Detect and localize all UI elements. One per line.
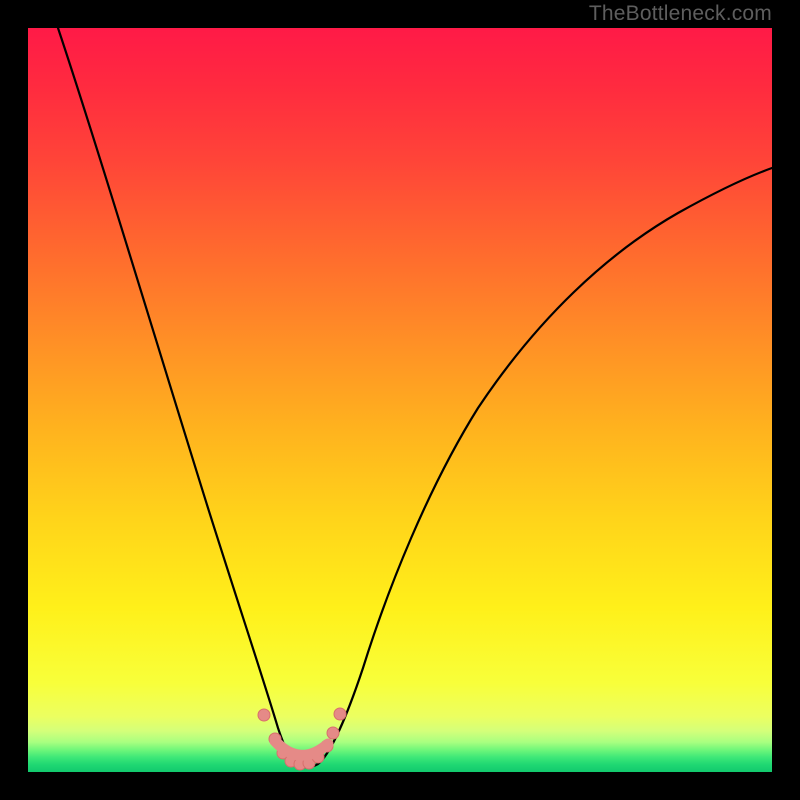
curve-layer <box>28 28 772 772</box>
min-region-band <box>275 741 328 755</box>
bottleneck-curve <box>58 28 772 767</box>
plot-area <box>28 28 772 772</box>
chart-frame: TheBottleneck.com <box>0 0 800 800</box>
watermark-text: TheBottleneck.com <box>589 2 772 26</box>
